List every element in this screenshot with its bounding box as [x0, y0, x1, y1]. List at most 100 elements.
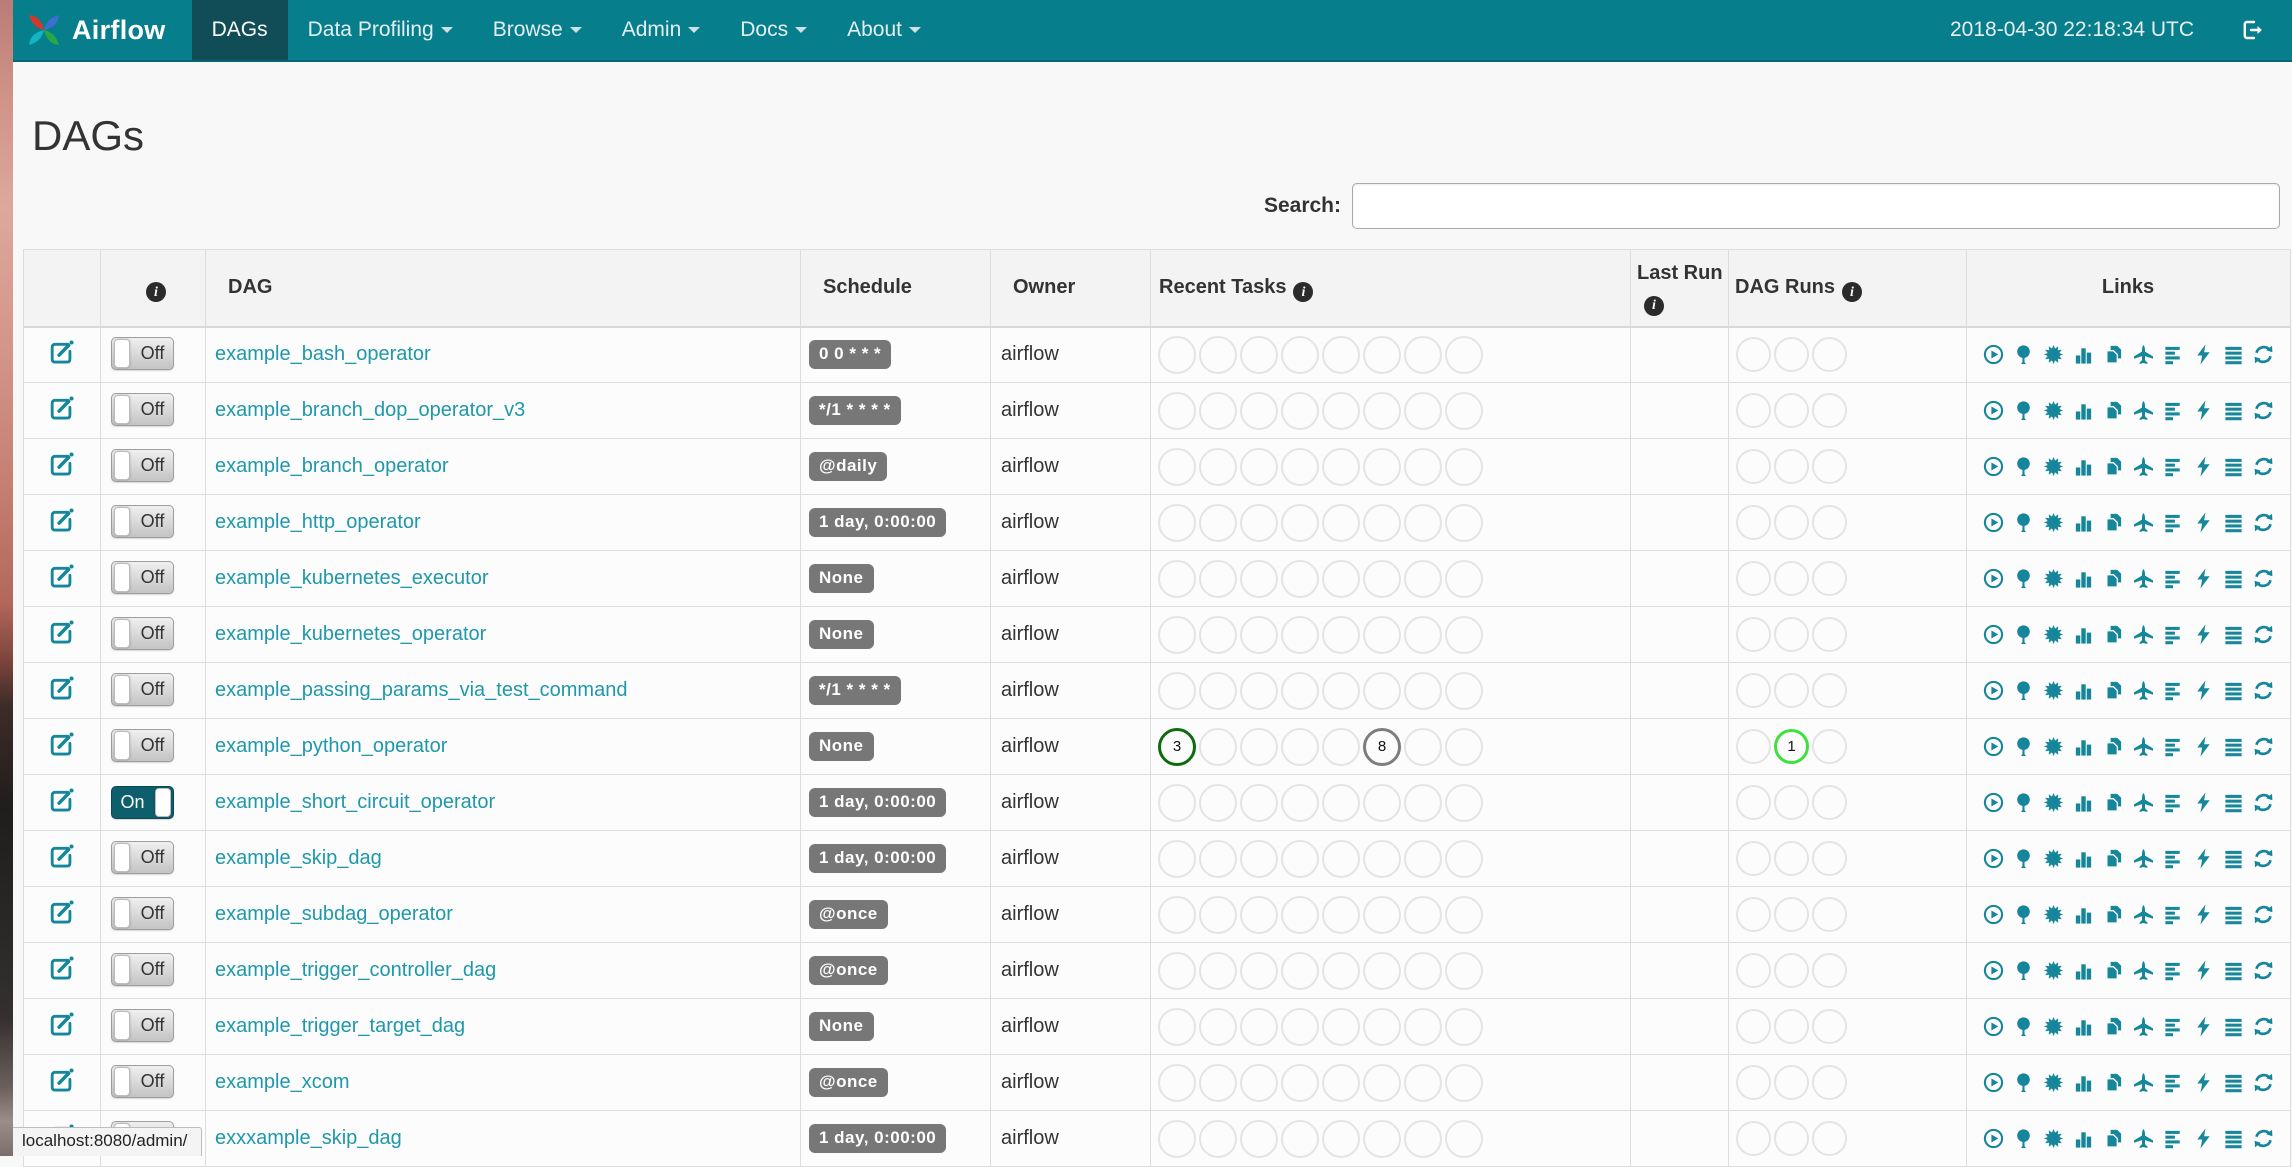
- task-tries-icon[interactable]: [2103, 568, 2124, 589]
- landing-times-icon[interactable]: [2133, 792, 2154, 813]
- edit-dag-icon[interactable]: [49, 675, 75, 701]
- dag-run-circle[interactable]: [1774, 561, 1809, 596]
- dag-run-circle[interactable]: [1812, 729, 1847, 764]
- nav-item-docs[interactable]: Docs: [720, 0, 827, 60]
- dag-run-circle[interactable]: [1736, 449, 1771, 484]
- logs-icon[interactable]: [2223, 680, 2244, 701]
- code-view-icon[interactable]: [2193, 624, 2214, 645]
- task-state-circle[interactable]: 8: [1363, 727, 1401, 766]
- landing-times-icon[interactable]: [2133, 1016, 2154, 1037]
- refresh-icon[interactable]: [2253, 624, 2274, 645]
- task-state-circle[interactable]: [1281, 559, 1319, 598]
- task-state-circle[interactable]: [1199, 559, 1237, 598]
- task-state-circle[interactable]: [1281, 503, 1319, 542]
- task-state-circle[interactable]: [1445, 727, 1483, 766]
- dag-run-circle[interactable]: [1736, 673, 1771, 708]
- dag-run-circle[interactable]: [1812, 1121, 1847, 1156]
- task-state-circle[interactable]: [1240, 1007, 1278, 1046]
- task-state-circle[interactable]: [1322, 1119, 1360, 1158]
- dag-link[interactable]: exxxample_skip_dag: [215, 1127, 402, 1149]
- task-state-circle[interactable]: [1404, 895, 1442, 934]
- tree-view-icon[interactable]: [2013, 456, 2034, 477]
- task-state-circle[interactable]: [1158, 839, 1196, 878]
- dag-run-circle[interactable]: [1736, 505, 1771, 540]
- nav-item-browse[interactable]: Browse: [473, 0, 602, 60]
- task-state-circle[interactable]: [1240, 839, 1278, 878]
- task-state-circle[interactable]: [1322, 895, 1360, 934]
- task-state-circle[interactable]: [1158, 615, 1196, 654]
- dag-link[interactable]: example_bash_operator: [215, 343, 431, 365]
- refresh-icon[interactable]: [2253, 1016, 2274, 1037]
- gantt-view-icon[interactable]: [2163, 736, 2184, 757]
- column-header-links[interactable]: Links: [1966, 249, 2291, 328]
- task-state-circle[interactable]: [1199, 951, 1237, 990]
- logs-icon[interactable]: [2223, 1072, 2244, 1093]
- dag-run-circle[interactable]: [1736, 1065, 1771, 1100]
- dag-run-circle[interactable]: [1774, 449, 1809, 484]
- nav-item-data-profiling[interactable]: Data Profiling: [288, 0, 473, 60]
- task-state-circle[interactable]: [1445, 1007, 1483, 1046]
- gantt-view-icon[interactable]: [2163, 344, 2184, 365]
- task-state-circle[interactable]: [1240, 391, 1278, 430]
- trigger-dag-icon[interactable]: [1983, 904, 2004, 925]
- gantt-view-icon[interactable]: [2163, 904, 2184, 925]
- task-state-circle[interactable]: [1363, 895, 1401, 934]
- task-state-circle[interactable]: [1199, 1007, 1237, 1046]
- task-state-circle[interactable]: [1199, 391, 1237, 430]
- task-tries-icon[interactable]: [2103, 960, 2124, 981]
- column-header-dag-runs[interactable]: DAG Runs: [1728, 249, 1967, 328]
- trigger-dag-icon[interactable]: [1983, 1016, 2004, 1037]
- task-state-circle[interactable]: [1240, 895, 1278, 934]
- dag-run-circle[interactable]: [1774, 393, 1809, 428]
- task-state-circle[interactable]: [1404, 335, 1442, 374]
- task-duration-icon[interactable]: [2073, 1072, 2094, 1093]
- column-header-owner[interactable]: Owner: [990, 249, 1151, 328]
- task-state-circle[interactable]: [1445, 335, 1483, 374]
- trigger-dag-icon[interactable]: [1983, 736, 2004, 757]
- task-state-circle[interactable]: [1404, 1063, 1442, 1102]
- dag-link[interactable]: example_http_operator: [215, 511, 421, 533]
- graph-view-icon[interactable]: [2043, 1128, 2064, 1149]
- task-state-circle[interactable]: [1363, 559, 1401, 598]
- task-state-circle[interactable]: [1199, 1119, 1237, 1158]
- task-state-circle[interactable]: [1240, 1063, 1278, 1102]
- dag-run-circle[interactable]: [1812, 953, 1847, 988]
- tree-view-icon[interactable]: [2013, 1016, 2034, 1037]
- task-state-circle[interactable]: [1322, 391, 1360, 430]
- task-state-circle[interactable]: [1158, 1119, 1196, 1158]
- tree-view-icon[interactable]: [2013, 680, 2034, 701]
- dag-run-circle[interactable]: [1736, 841, 1771, 876]
- landing-times-icon[interactable]: [2133, 456, 2154, 477]
- task-duration-icon[interactable]: [2073, 400, 2094, 421]
- refresh-icon[interactable]: [2253, 568, 2274, 589]
- code-view-icon[interactable]: [2193, 512, 2214, 533]
- task-state-circle[interactable]: [1404, 559, 1442, 598]
- graph-view-icon[interactable]: [2043, 568, 2064, 589]
- task-state-circle[interactable]: [1158, 1063, 1196, 1102]
- landing-times-icon[interactable]: [2133, 848, 2154, 869]
- dag-run-circle[interactable]: [1736, 561, 1771, 596]
- task-state-circle[interactable]: [1322, 671, 1360, 710]
- task-duration-icon[interactable]: [2073, 736, 2094, 757]
- dag-run-circle[interactable]: [1774, 1065, 1809, 1100]
- logs-icon[interactable]: [2223, 512, 2244, 533]
- dag-run-circle[interactable]: [1736, 617, 1771, 652]
- tree-view-icon[interactable]: [2013, 736, 2034, 757]
- task-state-circle[interactable]: [1158, 783, 1196, 822]
- dag-pause-toggle[interactable]: Off: [111, 616, 174, 650]
- task-state-circle[interactable]: [1322, 1063, 1360, 1102]
- task-state-circle[interactable]: [1199, 1063, 1237, 1102]
- refresh-icon[interactable]: [2253, 1128, 2274, 1149]
- trigger-dag-icon[interactable]: [1983, 792, 2004, 813]
- task-state-circle[interactable]: [1281, 895, 1319, 934]
- dag-run-circle[interactable]: [1736, 953, 1771, 988]
- dag-link[interactable]: example_branch_dop_operator_v3: [215, 399, 525, 421]
- code-view-icon[interactable]: [2193, 736, 2214, 757]
- task-state-circle[interactable]: [1158, 559, 1196, 598]
- gantt-view-icon[interactable]: [2163, 1128, 2184, 1149]
- task-state-circle[interactable]: [1158, 335, 1196, 374]
- trigger-dag-icon[interactable]: [1983, 624, 2004, 645]
- task-state-circle[interactable]: [1404, 1119, 1442, 1158]
- tree-view-icon[interactable]: [2013, 624, 2034, 645]
- task-tries-icon[interactable]: [2103, 1016, 2124, 1037]
